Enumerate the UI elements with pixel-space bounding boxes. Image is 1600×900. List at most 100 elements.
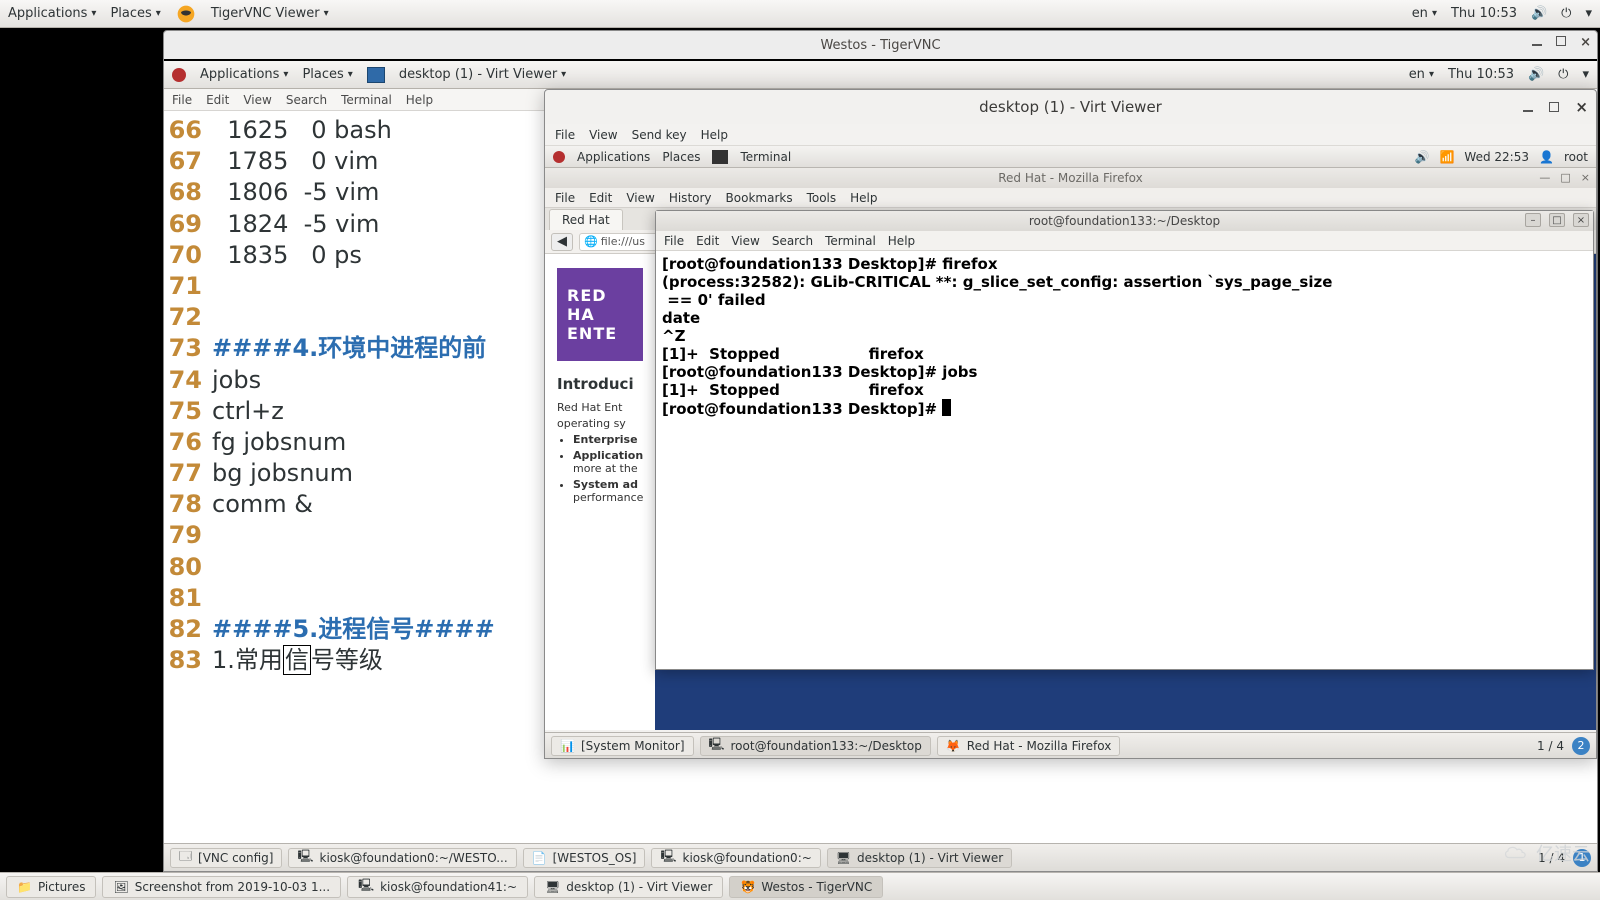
editor-menu-view[interactable]: View [243,93,271,107]
ff-menu-history[interactable]: History [669,191,712,205]
tigervnc-maximize-button[interactable] [1556,35,1566,50]
firefox-maximize-button[interactable]: □ [1560,171,1570,184]
editor-menubar: File Edit View Search Terminal Help [164,89,544,111]
ff-menu-bookmarks[interactable]: Bookmarks [726,191,793,205]
taskbtn-westos-os[interactable]: 📄[WESTOS_OS] [523,848,646,868]
inner-guest-panel: Applications Places Terminal 🔊 📶 Wed 22:… [545,146,1596,168]
inner-applications-menu[interactable]: Applications [577,150,650,164]
taskbtn-terminal[interactable]: 🖳root@foundation133:~/Desktop [700,736,931,756]
terminal-minimize-button[interactable]: – [1525,213,1541,227]
redhat-banner: RED HA ENTE [557,268,643,361]
inner-network-icon[interactable]: 📶 [1439,150,1454,164]
virt-menu-sendkey[interactable]: Send key [632,128,687,142]
editor-menu-help[interactable]: Help [406,93,433,107]
guest-taskbar: 🗔[VNC config] 🖳kiosk@foundation0:~/WESTO… [164,843,1597,871]
firefox-tab-redhat[interactable]: Red Hat [549,209,623,230]
inner-workspace-label: 1 / 4 [1537,739,1564,753]
power-icon[interactable]: ⏻ [1561,6,1571,21]
inner-user-icon[interactable]: 👤 [1539,150,1554,164]
host-active-app[interactable]: TigerVNC Viewer [211,6,329,21]
ff-menu-edit[interactable]: Edit [589,191,612,205]
editor-menu-terminal[interactable]: Terminal [341,93,392,107]
host-taskbtn-pictures[interactable]: 📁Pictures [6,876,96,898]
virt-minimize-button[interactable] [1523,98,1533,116]
guest-places-menu[interactable]: Places [302,67,352,82]
firefox-close-button[interactable]: × [1581,171,1590,184]
inner-clock[interactable]: Wed 22:53 [1464,150,1529,164]
vnc-framebuffer: Applications Places desktop (1) - Virt V… [164,59,1597,871]
editor-menu-file[interactable]: File [172,93,192,107]
taskbtn-system-monitor[interactable]: 📊[System Monitor] [551,736,694,756]
virt-viewer-window: desktop (1) - Virt Viewer × File View Se… [544,89,1597,759]
guest-clock[interactable]: Thu 10:53 [1448,67,1514,82]
inner-places-menu[interactable]: Places [662,150,700,164]
tigervnc-title-text: Westos - TigerVNC [820,38,940,53]
taskbtn-kiosk-home[interactable]: 🖳kiosk@foundation0:~ [651,848,820,868]
terminal-close-button[interactable]: × [1573,213,1589,227]
guest-user-menu-icon[interactable]: ▾ [1582,67,1589,82]
terminal-panel-icon [712,150,728,164]
virt-close-button[interactable]: × [1575,98,1588,116]
term-menu-help[interactable]: Help [888,234,915,248]
guest-active-app[interactable]: desktop (1) - Virt Viewer [399,67,566,82]
term-menu-terminal[interactable]: Terminal [825,234,876,248]
inner-workspace-switcher[interactable]: 2 [1572,737,1590,755]
term-menu-edit[interactable]: Edit [696,234,719,248]
virt-maximize-button[interactable] [1549,98,1559,116]
terminal-titlebar[interactable]: root@foundation133:~/Desktop – □ × [656,211,1593,231]
term-menu-search[interactable]: Search [772,234,813,248]
terminal-maximize-button[interactable]: □ [1549,213,1565,227]
firefox-back-button[interactable]: ◀ [551,233,573,251]
tigervnc-icon [175,3,197,25]
terminal-title-text: root@foundation133:~/Desktop [1029,214,1220,228]
guest-applications-menu[interactable]: Applications [200,67,288,82]
host-taskbtn-screenshot[interactable]: 🖼Screenshot from 2019-10-03 1... [102,876,341,898]
virt-titlebar[interactable]: desktop (1) - Virt Viewer × [545,90,1596,124]
inner-volume-icon[interactable]: 🔊 [1415,150,1430,164]
firefox-menubar: File Edit View History Bookmarks Tools H… [545,188,1596,208]
host-taskbtn-virt-viewer[interactable]: 🖥desktop (1) - Virt Viewer [534,876,723,898]
term-menu-view[interactable]: View [731,234,759,248]
taskbtn-kiosk-westos[interactable]: 🖳kiosk@foundation0:~/WESTO... [288,848,516,868]
tigervnc-minimize-button[interactable] [1532,35,1542,50]
ff-menu-view[interactable]: View [626,191,654,205]
host-taskbtn-tigervnc[interactable]: 🐯Westos - TigerVNC [729,876,883,898]
tigervnc-close-button[interactable]: × [1580,35,1591,50]
virt-menu-file[interactable]: File [555,128,575,142]
editor-text-area[interactable]: 66 1625 0 bash67 1785 0 vim68 1806 -5 vi… [164,111,544,676]
taskbtn-firefox[interactable]: 🦊Red Hat - Mozilla Firefox [937,736,1121,756]
volume-icon[interactable]: 🔊 [1531,6,1547,21]
guest-top-panel: Applications Places desktop (1) - Virt V… [164,61,1597,89]
ff-menu-file[interactable]: File [555,191,575,205]
tigervnc-titlebar[interactable]: Westos - TigerVNC × [164,31,1597,59]
taskbtn-virt-viewer[interactable]: 🖥desktop (1) - Virt Viewer [827,848,1012,868]
virt-menu-help[interactable]: Help [701,128,728,142]
ff-menu-tools[interactable]: Tools [807,191,837,205]
ff-menu-help[interactable]: Help [850,191,877,205]
inner-guest-desktop: Red Hat - Mozilla Firefox — □ × File Edi… [545,168,1596,730]
firefox-minimize-button[interactable]: — [1539,171,1550,184]
host-taskbtn-kiosk41[interactable]: 🖳kiosk@foundation41:~ [347,876,528,898]
gnome-activities-icon[interactable] [172,68,186,82]
guest-volume-icon[interactable]: 🔊 [1528,67,1544,82]
editor-menu-edit[interactable]: Edit [206,93,229,107]
inner-activities-icon[interactable] [553,151,565,163]
host-clock[interactable]: Thu 10:53 [1451,6,1517,21]
guest-desktop: File Edit View Search Terminal Help 66 1… [164,89,1597,843]
editor-menu-search[interactable]: Search [286,93,327,107]
term-menu-file[interactable]: File [664,234,684,248]
host-places-menu[interactable]: Places [110,6,160,21]
host-lang-indicator[interactable]: en [1412,6,1437,21]
host-top-panel: Applications Places TigerVNC Viewer en T… [0,0,1600,28]
guest-lang-indicator[interactable]: en [1409,67,1434,82]
inner-user-name[interactable]: root [1564,150,1588,164]
virt-menu-view[interactable]: View [589,128,617,142]
inner-active-app[interactable]: Terminal [740,150,791,164]
terminal-text-area[interactable]: [root@foundation133 Desktop]# firefox(pr… [656,251,1593,422]
firefox-titlebar[interactable]: Red Hat - Mozilla Firefox — □ × [545,168,1596,188]
guest-power-icon[interactable]: ⏻ [1558,67,1568,82]
host-applications-menu[interactable]: Applications [8,6,96,21]
user-menu-icon[interactable]: ▾ [1585,6,1592,21]
terminal-menubar: File Edit View Search Terminal Help [656,231,1593,251]
taskbtn-vnc-config[interactable]: 🗔[VNC config] [170,848,282,868]
